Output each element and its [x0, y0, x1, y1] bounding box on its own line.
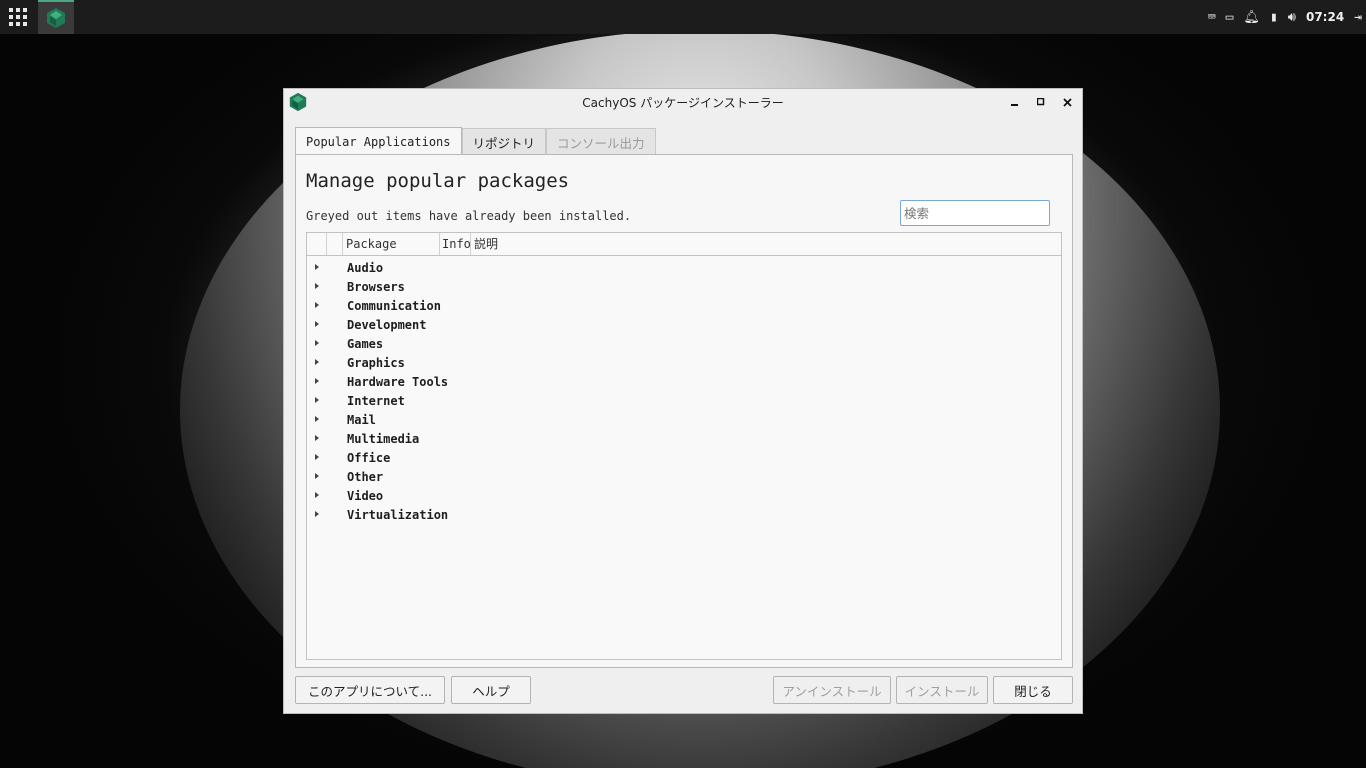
top-panel: ⌨ ▭ 🔔︎ ▮ 🔊︎ 07:24 ⇥ — [0, 0, 1366, 34]
category-row[interactable]: Browsers — [307, 277, 1061, 296]
window-title: CachyOS パッケージインストーラー — [582, 95, 784, 110]
package-installer-window: CachyOS パッケージインストーラー Popular Application… — [283, 88, 1083, 714]
cachyos-logo-icon — [289, 92, 307, 112]
category-row[interactable]: Games — [307, 334, 1061, 353]
install-button: インストール — [896, 676, 988, 704]
column-header-description[interactable]: 説明 — [472, 233, 532, 255]
bell-icon[interactable]: 🔔︎ — [1243, 11, 1260, 24]
clock[interactable]: 07:24 — [1306, 10, 1344, 24]
help-button[interactable]: ヘルプ — [451, 676, 531, 704]
expand-arrow-icon[interactable] — [315, 378, 319, 384]
minimize-icon — [1011, 104, 1018, 106]
expand-arrow-icon[interactable] — [315, 283, 319, 289]
minimize-button[interactable] — [1006, 93, 1024, 111]
column-header-status[interactable] — [327, 233, 343, 255]
expand-arrow-icon[interactable] — [315, 435, 319, 441]
expand-arrow-icon[interactable] — [315, 454, 319, 460]
search-input[interactable] — [900, 200, 1050, 226]
expand-arrow-icon[interactable] — [315, 340, 319, 346]
expand-arrow-icon[interactable] — [315, 416, 319, 422]
category-row[interactable]: Mail — [307, 410, 1061, 429]
about-button[interactable]: このアプリについて... — [295, 676, 445, 704]
column-header-info[interactable]: Info — [440, 233, 471, 255]
category-row[interactable]: Video — [307, 486, 1061, 505]
system-tray: ⌨ ▭ 🔔︎ ▮ 🔊︎ 07:24 ⇥ — [1208, 0, 1366, 34]
category-row[interactable]: Office — [307, 448, 1061, 467]
package-tree[interactable]: Package Info 説明 Audio Browsers Communica… — [306, 232, 1062, 660]
category-row[interactable]: Graphics — [307, 353, 1061, 372]
column-header-package[interactable]: Package — [344, 233, 440, 255]
tab-popular-applications[interactable]: Popular Applications — [295, 127, 462, 155]
expand-arrow-icon[interactable] — [315, 302, 319, 308]
screen-icon[interactable]: ▭ — [1226, 11, 1234, 24]
tab-repository[interactable]: リポジトリ — [461, 128, 547, 155]
title-bar[interactable]: CachyOS パッケージインストーラー — [284, 89, 1082, 115]
category-row[interactable]: Multimedia — [307, 429, 1061, 448]
volume-icon[interactable]: 🔊︎ — [1288, 11, 1296, 24]
page-title: Manage popular packages — [306, 170, 570, 192]
category-list: Audio Browsers Communication Development… — [307, 256, 1061, 524]
popular-applications-panel: Manage popular packages Greyed out items… — [295, 154, 1073, 668]
expand-arrow-icon[interactable] — [315, 321, 319, 327]
tab-console-output: コンソール出力 — [546, 128, 656, 155]
logout-icon[interactable]: ⇥ — [1354, 11, 1362, 24]
category-row[interactable]: Other — [307, 467, 1061, 486]
close-window-button[interactable] — [1058, 93, 1076, 111]
maximize-button[interactable] — [1032, 93, 1050, 111]
close-icon — [1062, 97, 1072, 107]
category-row[interactable]: Development — [307, 315, 1061, 334]
expand-arrow-icon[interactable] — [315, 359, 319, 365]
close-button[interactable]: 閉じる — [993, 676, 1073, 704]
expand-arrow-icon[interactable] — [315, 397, 319, 403]
category-row[interactable]: Internet — [307, 391, 1061, 410]
subtitle: Greyed out items have already been insta… — [306, 209, 632, 223]
category-row[interactable]: Virtualization — [307, 505, 1061, 524]
maximize-icon — [1037, 98, 1045, 106]
category-row[interactable]: Hardware Tools — [307, 372, 1061, 391]
expand-arrow-icon[interactable] — [315, 492, 319, 498]
uninstall-button: アンインストール — [773, 676, 891, 704]
app-menu-icon[interactable] — [0, 0, 36, 34]
expand-arrow-icon[interactable] — [315, 511, 319, 517]
tree-header: Package Info 説明 — [307, 233, 1061, 256]
expand-arrow-icon[interactable] — [315, 473, 319, 479]
expand-arrow-icon[interactable] — [315, 264, 319, 270]
battery-icon[interactable]: ▮ — [1270, 11, 1278, 24]
category-row[interactable]: Communication — [307, 296, 1061, 315]
tab-bar: Popular Applications リポジトリ コンソール出力 — [295, 127, 656, 155]
taskbar-cachyos-installer[interactable] — [38, 0, 74, 34]
cachyos-logo-icon — [47, 8, 65, 28]
column-header-check[interactable] — [307, 233, 327, 255]
category-row[interactable]: Audio — [307, 258, 1061, 277]
keyboard-icon[interactable]: ⌨ — [1208, 11, 1216, 24]
